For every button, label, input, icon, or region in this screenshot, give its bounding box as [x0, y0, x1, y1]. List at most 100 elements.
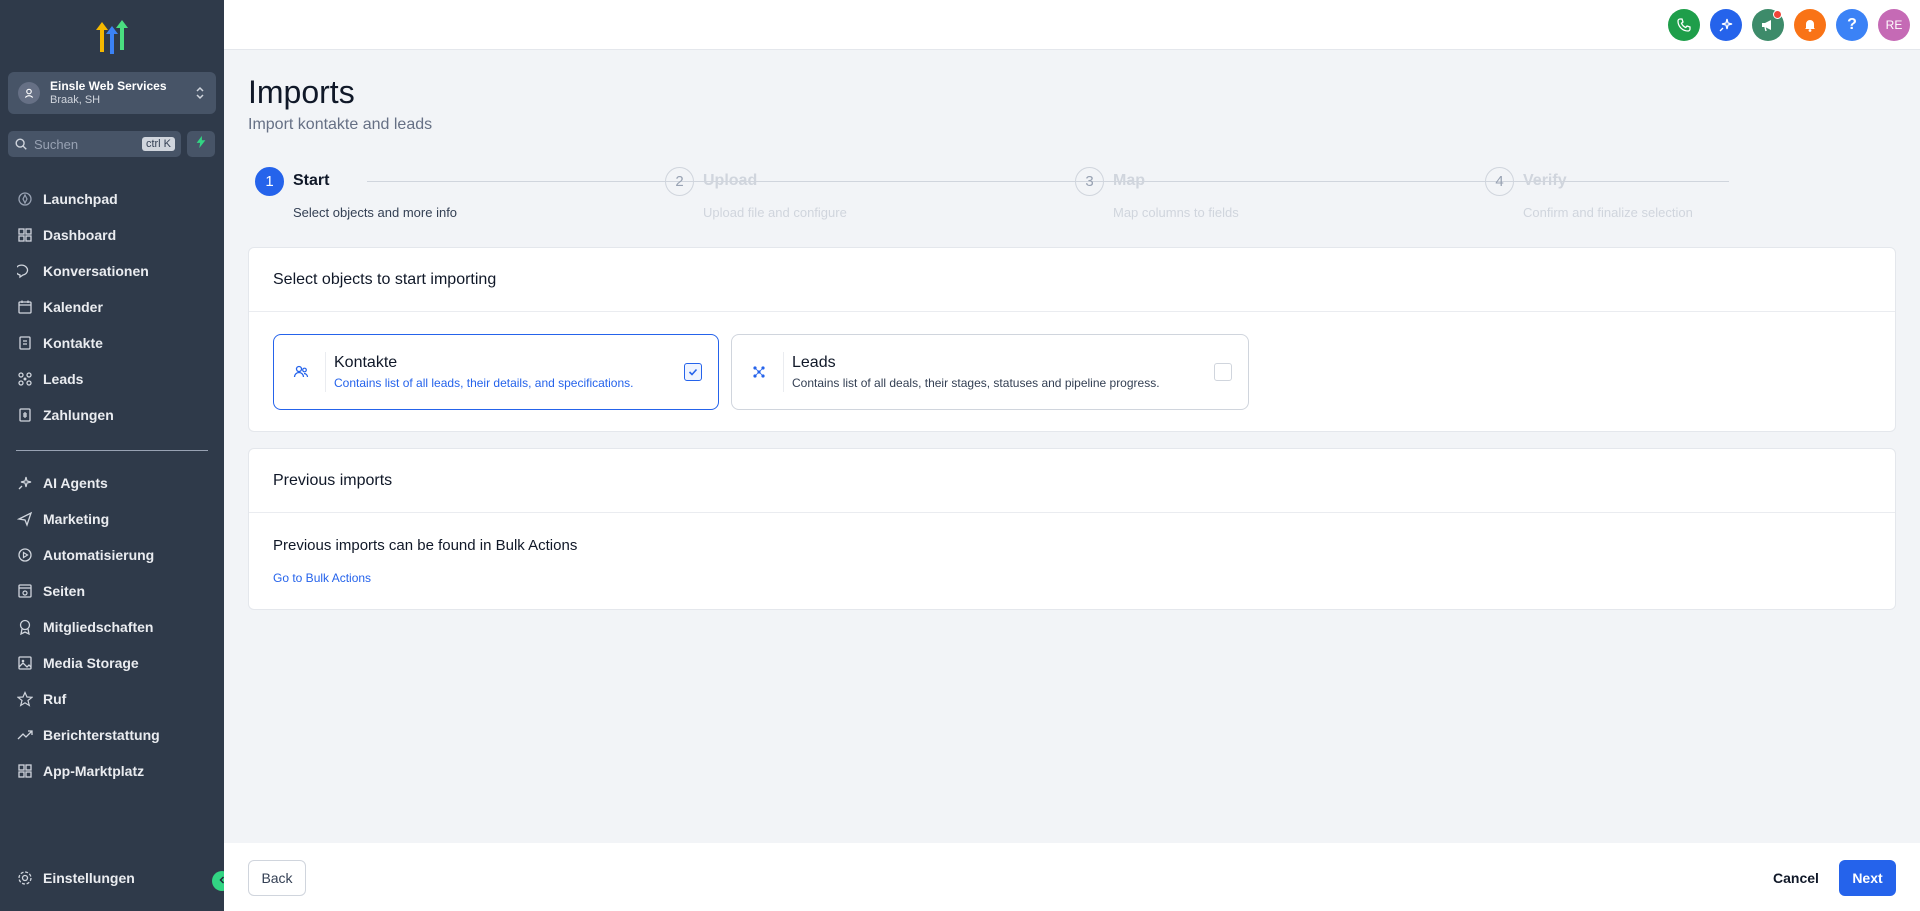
chevron-up-down-icon [194, 84, 206, 102]
step-description: Confirm and finalize selection [1523, 205, 1693, 220]
award-icon [19, 619, 31, 635]
rocket-icon [18, 192, 32, 206]
search-icon [14, 137, 28, 151]
payments-icon [19, 408, 31, 422]
nav-label: Konversationen [43, 263, 149, 279]
object-text: Kontakte Contains list of all leads, the… [334, 354, 684, 390]
nav-item-zahlungen[interactable]: Zahlungen [0, 397, 224, 433]
contacts-icon [19, 336, 31, 350]
object-option-leads[interactable]: Leads Contains list of all deals, their … [731, 334, 1249, 410]
bell-icon [1805, 20, 1815, 32]
nav-item-einstellungen[interactable]: Einstellungen [0, 860, 224, 896]
step-description: Map columns to fields [1113, 205, 1239, 220]
pages-icon [18, 584, 32, 598]
nav-label: Mitgliedschaften [43, 619, 154, 635]
nav-item-ai-agents[interactable]: AI Agents [0, 465, 224, 501]
card-heading: Previous imports [249, 449, 1895, 513]
object-title: Kontakte [334, 354, 398, 371]
announcements-button[interactable] [1752, 9, 1784, 41]
nav-footer: Einstellungen [0, 860, 224, 896]
ai-assistant-button[interactable] [1710, 9, 1742, 41]
object-description: Contains list of all leads, their detail… [334, 376, 634, 390]
step-title: Map [1113, 172, 1145, 189]
image-icon [18, 656, 32, 670]
grid-icon [18, 228, 32, 242]
nav-label: Automatisierung [43, 547, 155, 563]
user-avatar[interactable]: RE [1878, 9, 1910, 41]
nav-label: Kontakte [43, 335, 103, 351]
bolt-icon [194, 135, 208, 154]
step-connector [1157, 181, 1729, 182]
star-icon [17, 691, 33, 707]
notifications-button[interactable] [1794, 9, 1826, 41]
cancel-button[interactable]: Cancel [1765, 860, 1827, 896]
nav-item-leads[interactable]: Leads [0, 361, 224, 397]
nav-label: Dashboard [43, 227, 117, 243]
nav-item-marketing[interactable]: Marketing [0, 501, 224, 537]
nav-label: Launchpad [43, 191, 118, 207]
previous-imports-card: Previous imports Previous imports can be… [248, 448, 1896, 610]
nav-item-app-marktplatz[interactable]: App-Marktplatz [0, 753, 224, 789]
step-title: Start [293, 172, 330, 189]
brand-logo[interactable] [90, 16, 134, 56]
nav-label: Leads [43, 371, 84, 387]
megaphone-icon [1762, 20, 1771, 32]
search-input[interactable]: Suchen ctrl K [8, 131, 181, 157]
nav-item-dashboard[interactable]: Dashboard [0, 217, 224, 253]
help-button[interactable]: ? [1836, 9, 1868, 41]
go-to-bulk-actions-link[interactable]: Go to Bulk Actions [273, 571, 371, 585]
trend-icon [17, 730, 33, 740]
nav-label: Berichterstattung [43, 727, 160, 743]
nav-item-seiten[interactable]: Seiten [0, 573, 224, 609]
gear-icon [18, 871, 32, 885]
leads-icon [744, 352, 784, 392]
step-title: Verify [1523, 172, 1567, 189]
nav-label: Ruf [43, 691, 67, 707]
nav-item-ruf[interactable]: Ruf [0, 681, 224, 717]
sidebar-divider [16, 450, 208, 451]
object-text: Leads Contains list of all deals, their … [792, 354, 1214, 390]
sidebar: Einsle Web Services Braak, SH Suchen ctr… [0, 0, 232, 911]
step-title: Upload [703, 172, 758, 189]
quick-action-button[interactable] [187, 131, 215, 157]
step-description: Upload file and configure [703, 205, 847, 220]
object-checkbox[interactable] [1214, 363, 1232, 381]
send-icon [17, 511, 33, 527]
apps-icon [18, 764, 32, 778]
object-checkbox-checked[interactable] [684, 363, 702, 381]
phone-button[interactable] [1668, 9, 1700, 41]
nav-label: App-Marktplatz [43, 763, 145, 779]
ai-sparkle-icon [1719, 18, 1733, 32]
automation-icon [18, 548, 32, 562]
nav-label: Marketing [43, 511, 110, 527]
next-button[interactable]: Next [1839, 860, 1896, 896]
nav-item-berichterstattung[interactable]: Berichterstattung [0, 717, 224, 753]
card-heading: Select objects to start importing [249, 248, 1895, 312]
nav-label: AI Agents [43, 475, 108, 491]
account-location: Braak, SH [50, 94, 101, 106]
page-subtitle: Import kontakte and leads [248, 116, 433, 133]
nav-label: Media Storage [43, 655, 139, 671]
page-title: Imports [248, 74, 355, 110]
account-switcher[interactable]: Einsle Web Services Braak, SH [8, 72, 216, 114]
avatar-initials: RE [1885, 18, 1903, 32]
notification-dot [1773, 10, 1782, 19]
nav-item-automatisierung[interactable]: Automatisierung [0, 537, 224, 573]
select-objects-card: Select objects to start importing Kontak… [248, 247, 1896, 432]
calendar-icon [18, 300, 32, 314]
check-icon [688, 368, 698, 376]
object-option-kontakte[interactable]: Kontakte Contains list of all leads, the… [273, 334, 719, 410]
back-button[interactable]: Back [248, 860, 306, 896]
contacts-icon [286, 352, 326, 392]
account-info: Einsle Web Services Braak, SH [50, 79, 194, 107]
step-description: Select objects and more info [293, 205, 458, 220]
nav-item-kalender[interactable]: Kalender [0, 289, 224, 325]
nav-item-kontakte[interactable]: Kontakte [0, 325, 224, 361]
object-description: Contains list of all deals, their stages… [792, 376, 1160, 390]
nav-item-media-storage[interactable]: Media Storage [0, 645, 224, 681]
nav-item-launchpad[interactable]: Launchpad [0, 181, 224, 217]
nav-item-mitgliedschaften[interactable]: Mitgliedschaften [0, 609, 224, 645]
nav-item-konversationen[interactable]: Konversationen [0, 253, 224, 289]
topbar: ? RE [224, 0, 1920, 50]
import-stepper: 1 Start Select objects and more info 2 U… [255, 167, 1905, 227]
